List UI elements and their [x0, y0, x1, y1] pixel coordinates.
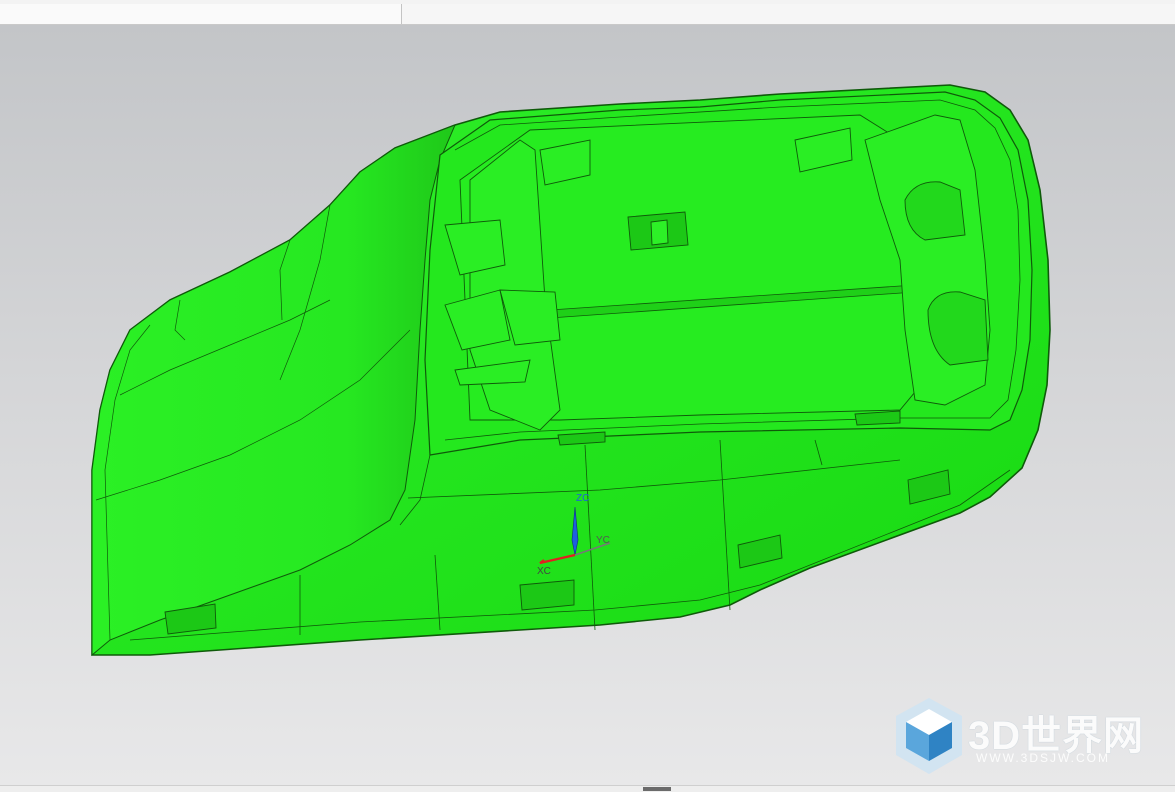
y-axis-label: YC: [596, 535, 610, 546]
z-axis-label: ZC: [576, 493, 590, 504]
title-bar: [0, 0, 1175, 25]
status-indicator: [643, 787, 671, 791]
tab-strip-empty: [402, 4, 1175, 24]
z-axis-arrow: [571, 506, 579, 556]
cube-icon: [896, 698, 962, 774]
x-axis-label: XC: [537, 566, 551, 577]
document-tab[interactable]: [0, 4, 402, 24]
x-axis-arrow: [539, 553, 576, 565]
3d-model-part[interactable]: [0, 25, 1175, 785]
graphics-window[interactable]: ZC YC XC: [0, 25, 1175, 785]
watermark: 3D世界网 WWW.3DSJW.COM: [890, 693, 1160, 783]
watermark-url: WWW.3DSJW.COM: [976, 751, 1110, 765]
